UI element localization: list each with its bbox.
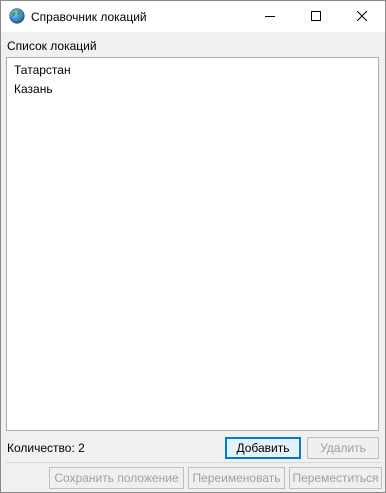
- move-button[interactable]: Переместиться: [289, 467, 382, 489]
- title-bar[interactable]: Справочник локаций: [1, 1, 385, 32]
- window-title: Справочник локаций: [31, 10, 147, 24]
- maximize-icon: [311, 10, 321, 24]
- locations-dialog: Справочник локаций Список локаций Татарс…: [0, 0, 386, 493]
- delete-button[interactable]: Удалить: [307, 437, 379, 459]
- globe-icon: [9, 8, 25, 24]
- add-button[interactable]: Добавить: [225, 437, 301, 459]
- close-icon: [356, 10, 368, 24]
- close-button[interactable]: [339, 1, 385, 32]
- maximize-button[interactable]: [293, 1, 339, 32]
- locations-list[interactable]: Татарстан Казань: [6, 57, 379, 431]
- list-caption: Список локаций: [7, 39, 97, 53]
- minimize-button[interactable]: [247, 1, 293, 32]
- save-position-button[interactable]: Сохранить положение: [49, 467, 184, 489]
- list-item[interactable]: Казань: [14, 82, 53, 98]
- rename-button[interactable]: Переименовать: [188, 467, 285, 489]
- count-label: Количество: 2: [7, 441, 85, 455]
- minimize-icon: [265, 10, 275, 24]
- separator: [6, 462, 381, 463]
- list-item[interactable]: Татарстан: [14, 63, 71, 79]
